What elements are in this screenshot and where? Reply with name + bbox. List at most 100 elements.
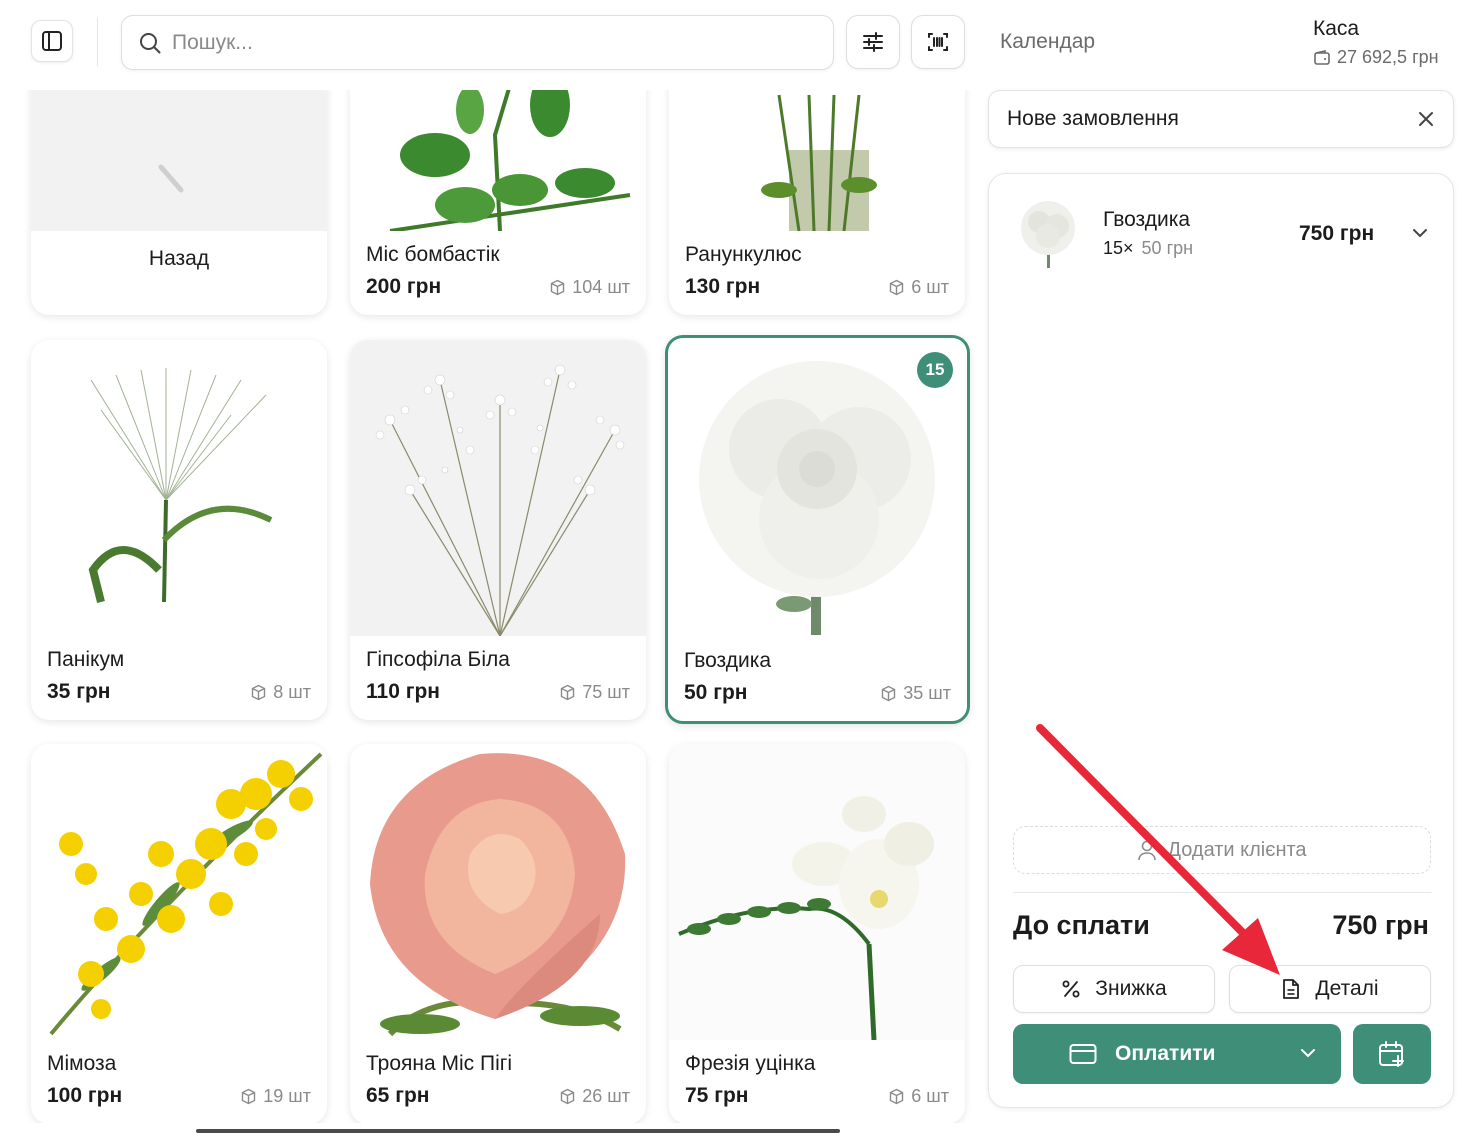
product-price: 75 грн: [685, 1084, 749, 1107]
product-card[interactable]: Панікум 35 грн 8 шт: [31, 340, 327, 720]
order-panel: Гвоздика 15× 50 грн 750 грн Додати клієнт…: [988, 173, 1454, 1108]
product-card[interactable]: Міс бомбастік 200 грн 104 шт: [350, 90, 646, 315]
back-card[interactable]: Назад: [31, 90, 327, 315]
calendar-link[interactable]: Календар: [1000, 30, 1095, 54]
details-label: Деталі: [1315, 977, 1379, 1000]
product-stock: 104 шт: [549, 277, 630, 298]
add-client-label: Додати клієнта: [1167, 838, 1307, 861]
pay-label: Оплатити: [1115, 1042, 1216, 1065]
order-title: Нове замовлення: [1007, 107, 1179, 130]
search-bar[interactable]: [121, 15, 834, 70]
product-card[interactable]: Фрезія уцінка 75 грн 6 шт: [669, 744, 965, 1123]
product-card[interactable]: Трояна Міс Пігі 65 грн 26 шт: [350, 744, 646, 1123]
order-line-item[interactable]: Гвоздика 15× 50 грн 750 грн: [1013, 198, 1433, 270]
package-icon: [561, 1088, 575, 1105]
home-indicator: [196, 1129, 840, 1133]
details-button[interactable]: Деталі: [1229, 965, 1431, 1013]
package-icon: [242, 1088, 256, 1105]
product-price: 100 грн: [47, 1084, 123, 1107]
percent-icon: [1062, 980, 1080, 998]
product-stock: 6 шт: [888, 277, 949, 298]
filter-sliders-icon: [863, 32, 883, 52]
barcode-scan-button[interactable]: [911, 15, 965, 69]
product-stock: 6 шт: [888, 1086, 949, 1107]
amount-due-label: До сплати: [1013, 910, 1150, 940]
product-name: Ранункулюс: [685, 243, 802, 266]
product-price: 130 грн: [685, 275, 761, 298]
product-stock-value: 6 шт: [911, 277, 949, 297]
back-card-image: [31, 90, 327, 231]
product-name: Фрезія уцінка: [685, 1052, 816, 1075]
wallet-icon: [1314, 49, 1330, 65]
cash-register[interactable]: Каса 27 692,5 грн: [1313, 17, 1439, 68]
order-item-unit-price: 50 грн: [1141, 238, 1194, 258]
product-stock-value: 104 шт: [572, 277, 630, 297]
add-client-button[interactable]: Додати клієнта: [1013, 826, 1431, 874]
package-icon: [882, 685, 896, 702]
document-icon: [1283, 979, 1300, 999]
product-stock-value: 6 шт: [911, 1086, 949, 1106]
package-icon: [252, 684, 266, 701]
product-price: 110 грн: [366, 680, 440, 703]
product-image-mimoza: [31, 744, 327, 1040]
product-image-gipsofila: [350, 340, 646, 636]
product-stock: 75 шт: [559, 682, 630, 703]
order-item-thumbnail: [1013, 198, 1083, 268]
cash-balance: 27 692,5 грн: [1313, 47, 1439, 68]
sidebar-icon: [42, 31, 62, 51]
calendar-plus-icon: [1379, 1041, 1404, 1067]
package-icon: [561, 684, 575, 701]
discount-button[interactable]: Знижка: [1013, 965, 1215, 1013]
product-image-panikum: [31, 340, 327, 636]
product-stock-value: 26 шт: [582, 1086, 630, 1106]
cash-register-title: Каса: [1313, 17, 1360, 40]
package-icon: [890, 1088, 904, 1105]
cash-balance-value: 27 692,5 грн: [1337, 47, 1439, 67]
product-stock-value: 75 шт: [582, 682, 630, 702]
order-header: Нове замовлення: [988, 90, 1454, 148]
credit-card-icon: [1069, 1044, 1097, 1064]
product-image-freziya: [669, 744, 965, 1040]
cart-quantity-badge: 15: [917, 352, 953, 388]
close-icon[interactable]: [1417, 110, 1435, 128]
product-grid: Назад Міс бомбастік 200 грн 104 шт Ранун…: [0, 90, 980, 1123]
barcode-scan-icon: [928, 33, 948, 51]
product-stock-value: 8 шт: [273, 682, 311, 702]
product-name: Гіпсофіла Біла: [366, 648, 510, 671]
product-stock: 35 шт: [880, 683, 951, 704]
pay-button[interactable]: Оплатити: [1013, 1024, 1341, 1084]
product-stock-value: 19 шт: [263, 1086, 311, 1106]
amount-due-value: 750 грн: [1332, 910, 1429, 940]
product-stock: 19 шт: [240, 1086, 311, 1107]
schedule-order-button[interactable]: [1353, 1024, 1431, 1084]
search-input[interactable]: [172, 30, 772, 55]
product-card-selected[interactable]: 15 Гвоздика 50 грн 35 шт: [665, 335, 970, 724]
back-card-label: Назад: [148, 247, 210, 270]
product-image-troyana: [350, 744, 646, 1040]
product-name: Мімоза: [47, 1052, 117, 1075]
product-price: 35 грн: [47, 680, 111, 703]
package-icon: [890, 279, 904, 296]
product-name: Гвоздика: [684, 649, 772, 672]
search-icon: [140, 32, 161, 53]
product-card[interactable]: Ранункулюс 130 грн 6 шт: [669, 90, 965, 315]
sidebar-toggle-button[interactable]: [31, 20, 73, 62]
order-item-name: Гвоздика: [1103, 208, 1191, 231]
chevron-down-icon[interactable]: [1411, 224, 1429, 242]
package-icon: [551, 279, 565, 296]
product-price: 65 грн: [366, 1084, 430, 1107]
product-image-ranunkulus: [669, 90, 965, 231]
product-card[interactable]: Мімоза 100 грн 19 шт: [31, 744, 327, 1123]
product-price: 50 грн: [684, 681, 748, 704]
toolbar-divider: [97, 18, 98, 66]
order-item-quantity: 15× 50 грн: [1103, 238, 1193, 259]
product-card[interactable]: Гіпсофіла Біла 110 грн 75 шт: [350, 340, 646, 720]
product-name: Трояна Міс Пігі: [366, 1052, 513, 1075]
product-name: Панікум: [47, 648, 125, 671]
user-icon: [1138, 840, 1157, 861]
product-stock: 26 шт: [559, 1086, 630, 1107]
filter-button[interactable]: [846, 15, 900, 69]
product-stock: 8 шт: [250, 682, 311, 703]
chevron-down-icon[interactable]: [1299, 1044, 1317, 1062]
order-item-qty: 15×: [1103, 238, 1134, 258]
